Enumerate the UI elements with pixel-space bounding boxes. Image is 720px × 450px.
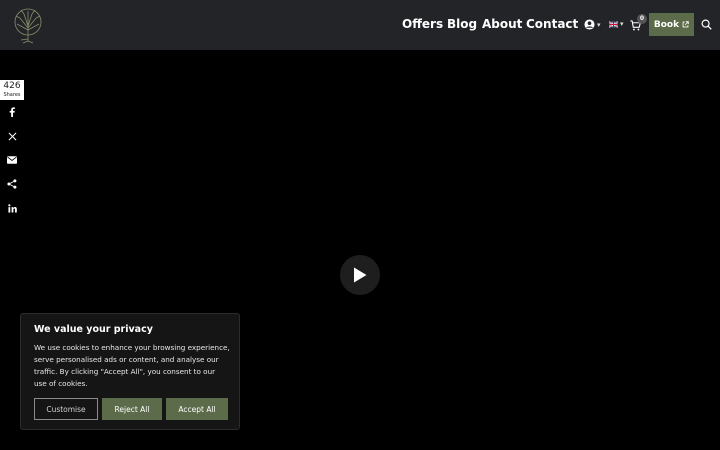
external-link-icon [682,21,689,28]
customise-button[interactable]: Customise [34,398,98,420]
account-menu[interactable]: ▾ [584,19,601,30]
share-x-button[interactable] [4,128,20,144]
tree-logo-icon[interactable] [9,6,47,44]
cookie-consent-dialog: We value your privacy We use cookies to … [20,313,240,430]
search-button[interactable] [701,19,712,30]
share-count: 426 Shares [0,80,24,100]
book-button[interactable]: Book [649,13,694,36]
video-play-button[interactable] [340,255,380,295]
nav-blog[interactable]: Blog [447,17,477,31]
share-count-label: Shares [3,92,21,98]
facebook-icon [9,107,15,117]
share-facebook-button[interactable] [4,104,20,120]
search-icon [701,19,712,30]
cart-count-badge: 0 [637,14,647,24]
cookie-title: We value your privacy [34,324,153,335]
play-icon [354,267,367,283]
user-circle-icon [584,19,595,30]
chevron-down-icon: ▾ [597,20,601,29]
share-email-button[interactable] [4,152,20,168]
share-linkedin-button[interactable] [4,200,20,216]
accept-all-button[interactable]: Accept All [166,398,228,420]
share-icon [7,179,17,189]
linkedin-icon [7,203,17,213]
x-icon [8,132,16,140]
chevron-down-icon: ▾ [620,20,624,28]
nav-contact[interactable]: Contact [526,17,578,31]
share-count-number: 426 [3,81,21,91]
email-icon [7,156,17,164]
site-header: Offers Blog About Contact ▾ ▾ 0 Book [0,0,720,50]
cart-button[interactable]: 0 [630,14,647,31]
share-generic-button[interactable] [4,176,20,192]
cookie-description: We use cookies to enhance your browsing … [34,343,230,388]
book-button-label: Book [653,19,680,30]
nav-about[interactable]: About [482,17,522,31]
uk-flag-icon [609,20,618,28]
nav-offers[interactable]: Offers [402,17,443,31]
language-menu[interactable]: ▾ [609,20,624,28]
reject-all-button[interactable]: Reject All [102,398,162,420]
